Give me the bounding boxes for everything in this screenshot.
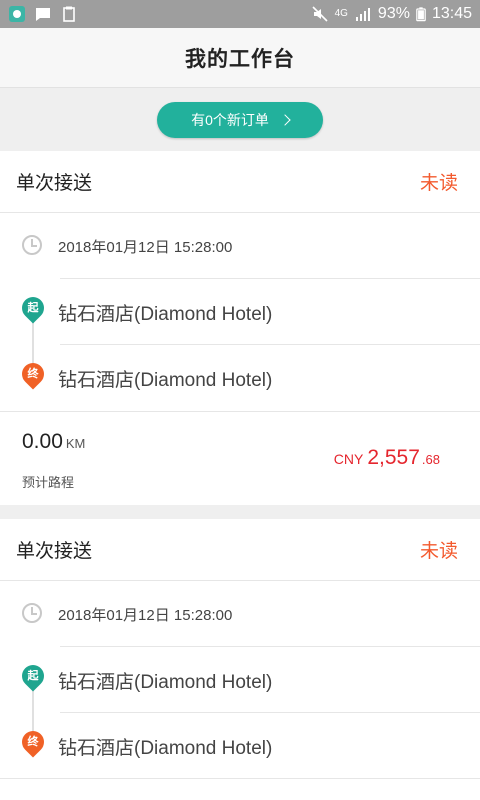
message-icon bbox=[36, 8, 50, 21]
order-datetime: 2018年01月12日 15:28:00 bbox=[58, 238, 233, 256]
order-card[interactable]: 单次接送 未读 2018年01月12日 15:28:00 起 钻石酒店(Diam… bbox=[0, 151, 480, 505]
status-bar: 4G 93% 13:45 bbox=[0, 0, 480, 28]
clock-icon bbox=[22, 235, 42, 255]
page-header: 我的工作台 bbox=[0, 28, 480, 88]
chevron-right-icon bbox=[279, 114, 291, 126]
status-left-icons bbox=[8, 5, 78, 23]
end-pin-icon: 终 bbox=[17, 358, 49, 390]
clock-icon bbox=[22, 603, 42, 623]
end-location-row: 终 钻石酒店(Diamond Hotel) bbox=[0, 345, 480, 411]
price-currency: CNY bbox=[333, 451, 364, 467]
end-location: 钻石酒店(Diamond Hotel) bbox=[58, 737, 273, 759]
new-orders-button[interactable]: 有0个新订单 bbox=[157, 102, 323, 138]
distance-value: 0.00 bbox=[22, 430, 63, 453]
order-time-row: 2018年01月12日 15:28:00 bbox=[0, 213, 480, 279]
start-pin-icon: 起 bbox=[17, 292, 49, 324]
distance-unit: KM bbox=[65, 436, 86, 451]
order-card-header: 单次接送 未读 bbox=[0, 151, 480, 213]
page-title: 我的工作台 bbox=[185, 47, 295, 71]
start-location: 钻石酒店(Diamond Hotel) bbox=[58, 671, 273, 693]
price-amount: 2,557 bbox=[367, 446, 420, 469]
network-4g-icon: 4G bbox=[334, 8, 348, 19]
order-card[interactable]: 单次接送 未读 2018年01月12日 15:28:00 起 钻石酒店(Diam… bbox=[0, 519, 480, 800]
mute-icon bbox=[312, 6, 328, 22]
battery-icon bbox=[416, 7, 426, 22]
order-summary: 0.00 KM 预计路程 CNY 2,557.68 bbox=[0, 411, 480, 505]
start-location-row: 起 钻石酒店(Diamond Hotel) bbox=[0, 279, 480, 345]
start-location-row: 起 钻石酒店(Diamond Hotel) bbox=[0, 647, 480, 713]
end-location-row: 终 钻石酒店(Diamond Hotel) bbox=[0, 713, 480, 779]
order-status-badge: 未读 bbox=[419, 173, 458, 194]
order-time-row: 2018年01月12日 15:28:00 bbox=[0, 581, 480, 647]
app-icon bbox=[9, 6, 25, 22]
end-pin-icon: 终 bbox=[17, 726, 49, 758]
start-pin-icon: 起 bbox=[17, 660, 49, 692]
distance-label: 预计路程 bbox=[22, 475, 75, 490]
order-card-header: 单次接送 未读 bbox=[0, 519, 480, 581]
clock-time: 13:45 bbox=[431, 5, 472, 22]
distance: 0.00 KM bbox=[22, 430, 85, 454]
status-right: 4G 93% 13:45 bbox=[311, 5, 472, 23]
signal-icon bbox=[355, 8, 370, 21]
order-type: 单次接送 bbox=[16, 173, 93, 194]
end-location: 钻石酒店(Diamond Hotel) bbox=[58, 369, 273, 391]
new-orders-label: 有0个新订单 bbox=[191, 112, 269, 128]
clipboard-icon bbox=[63, 6, 75, 22]
order-datetime: 2018年01月12日 15:28:00 bbox=[58, 606, 233, 624]
order-type: 单次接送 bbox=[16, 541, 93, 562]
price: CNY 2,557.68 bbox=[334, 446, 440, 470]
new-orders-bar: 有0个新订单 bbox=[0, 89, 480, 151]
divider bbox=[0, 778, 480, 779]
order-status-badge: 未读 bbox=[419, 541, 458, 562]
price-decimal: .68 bbox=[421, 452, 440, 467]
start-location: 钻石酒店(Diamond Hotel) bbox=[58, 303, 273, 325]
battery-percent: 93% bbox=[377, 5, 410, 22]
